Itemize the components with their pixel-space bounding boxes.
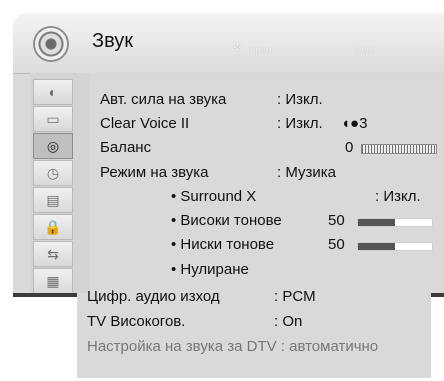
menu-header: Звук ✥ Прем. ⊙OK <box>13 13 444 74</box>
treble-slider[interactable] <box>357 218 433 227</box>
auto-volume-value: : Изкл. <box>277 91 323 108</box>
treble-slider-fill <box>358 219 395 226</box>
ok-hint: ⊙OK <box>354 45 375 55</box>
bass-slider[interactable] <box>357 242 433 251</box>
sidebar-item-media[interactable]: ▦ <box>33 268 73 294</box>
lock-icon: 🔒 <box>44 218 62 235</box>
sidebar-item-channels[interactable]: ◐ <box>33 79 73 105</box>
page-title: Звук <box>92 30 134 52</box>
clear-voice-label[interactable]: Clear Voice II <box>100 115 189 132</box>
bass-label[interactable]: • Ниски тонове <box>171 236 274 253</box>
sound-menu-panel: Звук ✥ Прем. ⊙OK ◐ ▭ ◎ ◷ ▤ 🔒 ⇆ ▦ Авт. си… <box>13 13 444 297</box>
plug-icon: ⇆ <box>47 245 59 262</box>
treble-value: 50 <box>328 212 345 229</box>
reset-label[interactable]: • Нулиране <box>171 261 249 278</box>
sidebar-item-sound[interactable]: ◎ <box>33 133 73 159</box>
sidebar-item-input[interactable]: ⇆ <box>33 241 73 267</box>
balance-slider[interactable] <box>361 144 437 154</box>
speaker-icon: ◎ <box>46 137 60 154</box>
clear-voice-level-value: 3 <box>359 115 368 132</box>
tv-speaker-value: : On <box>274 313 303 330</box>
monitor-icon: ▭ <box>46 110 60 127</box>
digital-out-value: : PCM <box>274 288 316 305</box>
dtv-sound-label[interactable]: Настройка на звука за DTV : автоматично <box>87 338 378 355</box>
speaker-icon <box>35 28 67 60</box>
clock-icon: ◷ <box>46 164 60 181</box>
treble-label[interactable]: • Високи тонове <box>171 212 282 229</box>
balance-label[interactable]: Баланс <box>100 139 151 156</box>
sidebar-item-time[interactable]: ◷ <box>33 160 73 186</box>
tv-speaker-label[interactable]: TV Високогов. <box>87 313 185 330</box>
move-hint: Прем. <box>249 45 275 55</box>
sidebar-item-options[interactable]: ▤ <box>33 187 73 213</box>
satellite-dish-icon: ◐ <box>48 84 58 100</box>
briefcase-icon: ▤ <box>46 191 60 208</box>
navigation-arrows-icon: ✥ <box>233 42 243 54</box>
balance-value: 0 <box>345 139 354 156</box>
surround-label[interactable]: • Surround X <box>171 188 256 205</box>
auto-volume-label[interactable]: Авт. сила на звука <box>100 91 226 108</box>
sidebar: ◐ ▭ ◎ ◷ ▤ 🔒 ⇆ ▦ <box>30 73 90 294</box>
digital-out-label[interactable]: Цифр. аудио изход <box>87 288 220 305</box>
clear-voice-level: ◖●3 <box>341 115 367 132</box>
surround-value: : Изкл. <box>375 188 421 205</box>
sound-mode-value: : Музика <box>277 164 336 181</box>
bass-value: 50 <box>328 236 345 253</box>
voice-icon: ◖● <box>341 115 360 132</box>
bass-slider-fill <box>358 243 395 250</box>
film-icon: ▦ <box>46 272 60 289</box>
sidebar-item-lock[interactable]: 🔒 <box>33 214 73 240</box>
sound-mode-label[interactable]: Режим на звука <box>100 164 208 181</box>
settings-list: Авт. сила на звука : Изкл. Clear Voice I… <box>90 73 444 293</box>
clear-voice-value: : Изкл. <box>277 115 323 132</box>
sidebar-item-picture[interactable]: ▭ <box>33 106 73 132</box>
settings-list-lower: Цифр. аудио изход : PCM TV Високогов. : … <box>77 288 431 378</box>
